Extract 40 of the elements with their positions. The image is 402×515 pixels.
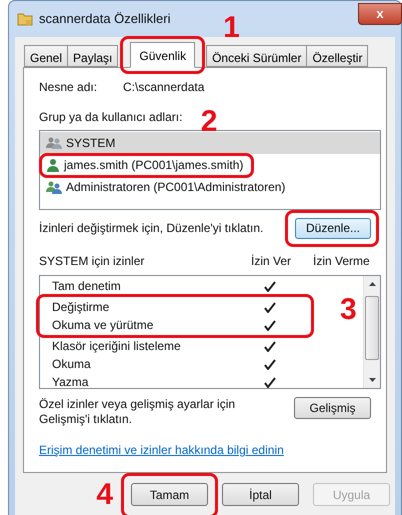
- object-name-value: C:\scannerdata: [123, 79, 204, 96]
- scroll-thumb[interactable]: [365, 296, 379, 360]
- user-icon: [46, 158, 60, 172]
- step-number: 1: [223, 12, 240, 44]
- permission-name: Okuma: [51, 356, 92, 373]
- dialog-button[interactable]: İptal: [222, 483, 299, 506]
- user-list-item[interactable]: Administratoren (PC001\Administratoren): [40, 176, 380, 198]
- advanced-button[interactable]: Gelişmiş: [294, 397, 371, 419]
- help-link[interactable]: Erişim denetimi ve izinler hakkında bilgi edinin: [39, 441, 284, 459]
- tab[interactable]: Önceki Sürümler: [206, 45, 308, 67]
- users-icon: [46, 180, 62, 194]
- users-icon: [46, 136, 62, 150]
- permission-name: Değiştirme: [51, 299, 110, 316]
- scrollbar[interactable]: [363, 276, 380, 388]
- tab[interactable]: Genel: [24, 45, 68, 67]
- column-header: İzin Verme: [313, 253, 370, 270]
- permission-name: Yazma: [51, 374, 90, 391]
- edit-button[interactable]: Düzenle...: [295, 218, 371, 238]
- permission-name: Tam denetim: [51, 278, 122, 295]
- tab[interactable]: Güvenlik: [130, 42, 196, 68]
- user-name: SYSTEM: [66, 136, 116, 150]
- user-list-item[interactable]: SYSTEM: [40, 132, 380, 154]
- folder-icon: [17, 11, 33, 27]
- edit-hint: İzinleri değiştirmek için, Düzenle'yi tıklatın.: [39, 220, 264, 237]
- close-button[interactable]: x: [358, 3, 402, 25]
- permission-name: Klasör içeriğini listeleme: [51, 338, 182, 355]
- column-header: İzin Ver: [251, 253, 292, 270]
- permission-name: Okuma ve yürütme: [51, 317, 154, 334]
- step-number: 3: [340, 294, 357, 326]
- user-name: james.smith (PC001\james.smith): [64, 158, 244, 172]
- window-title: scannerdata Özellikleri: [39, 10, 171, 28]
- step-number: 4: [96, 479, 113, 511]
- permissions-title: SYSTEM için izinler: [39, 253, 146, 270]
- dialog-button[interactable]: Tamam: [131, 483, 208, 506]
- user-name: Administratoren (PC001\Administratoren): [66, 180, 286, 194]
- tab[interactable]: Paylaşı: [67, 45, 118, 67]
- object-name-label: Nesne adı:: [39, 79, 98, 96]
- advanced-hint: Özel izinler veya gelişmiş ayarlar için Gelişmiş'i tıklatın.: [39, 397, 236, 427]
- tab[interactable]: Özelleştir: [306, 45, 368, 67]
- group-list-label: Grup ya da kullanıcı adları:: [39, 109, 182, 126]
